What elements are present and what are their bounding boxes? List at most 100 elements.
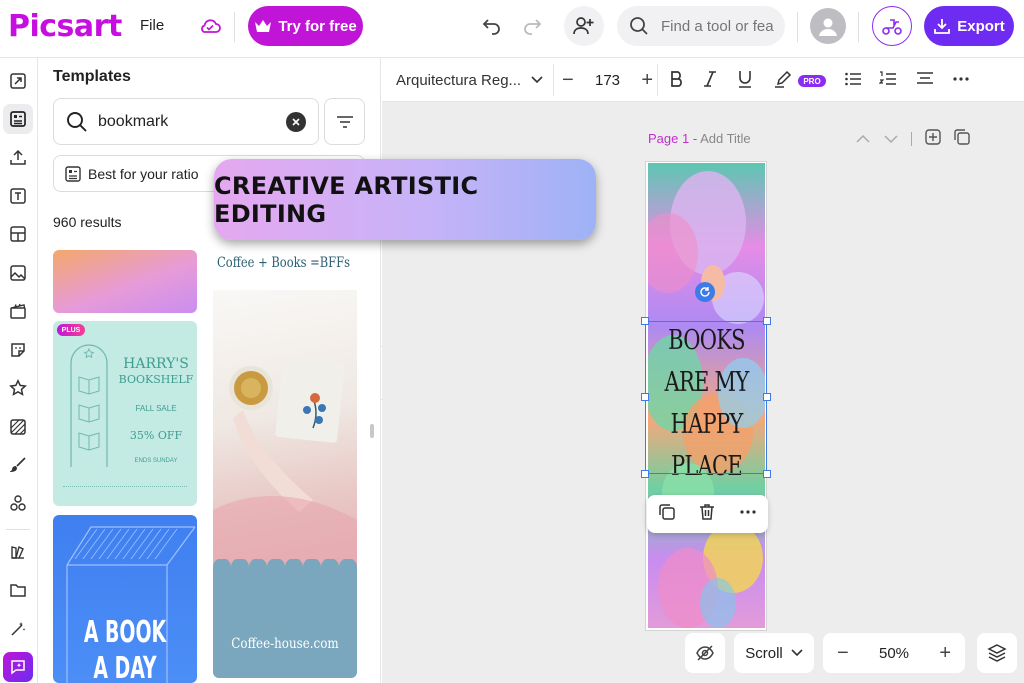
rail-item-draw[interactable] — [3, 450, 33, 480]
rail-item-elements[interactable] — [3, 373, 33, 403]
delivery-button[interactable] — [872, 6, 912, 46]
tool-search-input[interactable] — [661, 17, 781, 35]
numbered-list-icon — [878, 71, 896, 85]
panel-scrollbar[interactable] — [370, 424, 374, 438]
zoom-in-button[interactable]: + — [939, 642, 951, 665]
layout-icon — [10, 226, 26, 242]
rail-item-templates[interactable] — [3, 104, 33, 134]
crown-icon — [255, 20, 272, 32]
ratio-chip-label: Best for your ratio — [88, 165, 199, 182]
bookshelf-arch-illustration — [70, 344, 108, 467]
rail-item-apps[interactable] — [3, 488, 33, 518]
rail-item-brand-kit[interactable] — [3, 537, 33, 567]
template-gradient-card[interactable] — [53, 250, 197, 313]
add-page-button[interactable] — [925, 129, 941, 150]
filter-button[interactable] — [324, 98, 365, 145]
font-size-stepper[interactable]: − 173 + — [558, 64, 658, 96]
divider — [797, 12, 798, 42]
highlight-button[interactable] — [774, 70, 792, 92]
decrease-size-button[interactable]: − — [562, 69, 574, 92]
zoom-control: − 50% + — [823, 633, 965, 673]
redo-button[interactable] — [518, 12, 546, 40]
rail-item-upload[interactable] — [3, 142, 33, 172]
chevron-down-icon — [531, 76, 543, 84]
font-family-select[interactable]: Arquitectura Reg... — [388, 64, 554, 96]
duplicate-page-button[interactable] — [954, 129, 970, 150]
template-a-book-a-day[interactable]: A BOOK A DAY — [53, 515, 197, 683]
rail-item-folders[interactable] — [3, 575, 33, 605]
rail-item-crop[interactable] — [3, 66, 33, 96]
template-fall-sale: FALL SALE — [135, 404, 177, 413]
cloud-sync-icon[interactable] — [198, 15, 222, 42]
page-label: Page 1 - Add Title — [648, 131, 751, 146]
italic-button[interactable] — [703, 70, 717, 92]
template-search-value[interactable]: bookmark — [98, 113, 168, 131]
avatar[interactable] — [810, 8, 846, 44]
rail-item-backgrounds[interactable] — [3, 412, 33, 442]
align-center-button[interactable] — [916, 70, 934, 92]
pattern-icon — [10, 419, 26, 435]
rotate-handle[interactable] — [695, 282, 715, 302]
delete-element-button[interactable] — [698, 503, 716, 526]
bullet-list-button[interactable] — [844, 70, 862, 92]
try-for-free-button[interactable]: Try for free — [248, 6, 363, 46]
undo-button[interactable] — [478, 12, 506, 40]
add-user-icon — [573, 17, 594, 35]
clear-search-button[interactable] — [286, 112, 306, 132]
bold-button[interactable] — [669, 70, 685, 91]
scroll-mode-value: Scroll — [745, 644, 783, 662]
resize-handle-bottom-right[interactable] — [763, 470, 771, 478]
resize-handle-top-left[interactable] — [641, 317, 649, 325]
underline-button[interactable] — [737, 70, 753, 92]
more-element-options-button[interactable] — [739, 503, 757, 526]
font-family-value: Arquitectura Reg... — [396, 71, 522, 89]
underline-icon — [739, 71, 751, 88]
invite-collaborator-button[interactable] — [564, 6, 604, 46]
rail-item-photos[interactable] — [3, 258, 33, 288]
resize-handle-middle-right[interactable] — [763, 393, 771, 401]
rail-item-text[interactable] — [3, 181, 33, 211]
add-title-link[interactable]: Add Title — [700, 131, 751, 146]
file-menu[interactable]: File — [140, 17, 164, 34]
rail-item-ai-assistant[interactable] — [3, 652, 33, 682]
zoom-value[interactable]: 50% — [879, 645, 909, 662]
promo-banner: CREATIVE ARTISTIC EDITING — [214, 159, 596, 240]
align-center-icon — [917, 72, 933, 84]
template-coffee-books[interactable]: Coffee + Books =BFFs Coffee-house.com — [213, 250, 357, 678]
filter-icon — [336, 115, 353, 128]
panel-title: Templates — [53, 68, 131, 85]
rail-item-stickers[interactable] — [3, 335, 33, 365]
duplicate-element-button[interactable] — [658, 503, 676, 526]
export-label: Export — [957, 17, 1005, 35]
numbered-list-button[interactable] — [878, 70, 897, 92]
duplicate-icon — [659, 503, 675, 520]
resize-handle-middle-left[interactable] — [641, 393, 649, 401]
sticker-icon — [11, 343, 25, 357]
increase-size-button[interactable]: + — [641, 69, 653, 92]
element-context-menu — [647, 495, 768, 533]
more-text-options-button[interactable] — [952, 70, 970, 92]
layers-button[interactable] — [977, 633, 1017, 673]
resize-handle-bottom-left[interactable] — [641, 470, 649, 478]
template-title-line1: HARRY'S — [123, 356, 189, 372]
brush-icon — [10, 457, 26, 472]
page-down-button[interactable] — [883, 131, 899, 149]
page-up-button[interactable] — [855, 131, 871, 149]
selection-box[interactable] — [645, 321, 767, 474]
font-size-value[interactable]: 173 — [595, 72, 620, 89]
resize-handle-top-right[interactable] — [763, 317, 771, 325]
tool-search-box[interactable] — [617, 6, 785, 46]
scroll-mode-select[interactable]: Scroll — [734, 633, 814, 673]
export-button[interactable]: Export — [924, 6, 1014, 46]
template-search-field[interactable]: bookmark — [53, 98, 319, 145]
template-harrys-bookshelf[interactable]: PLUS HARRY'S BOOKSHELF FALL SALE 35% OFF… — [53, 321, 197, 506]
zoom-out-button[interactable]: − — [837, 642, 849, 665]
rail-item-video[interactable] — [3, 296, 33, 326]
rail-item-layout[interactable] — [3, 219, 33, 249]
bullet-list-icon — [845, 72, 861, 86]
divider — [911, 132, 912, 146]
rail-item-more[interactable] — [3, 614, 33, 644]
picsart-logo[interactable]: Picsart — [8, 9, 122, 44]
divider — [858, 12, 859, 42]
toggle-visibility-button[interactable] — [685, 633, 725, 673]
